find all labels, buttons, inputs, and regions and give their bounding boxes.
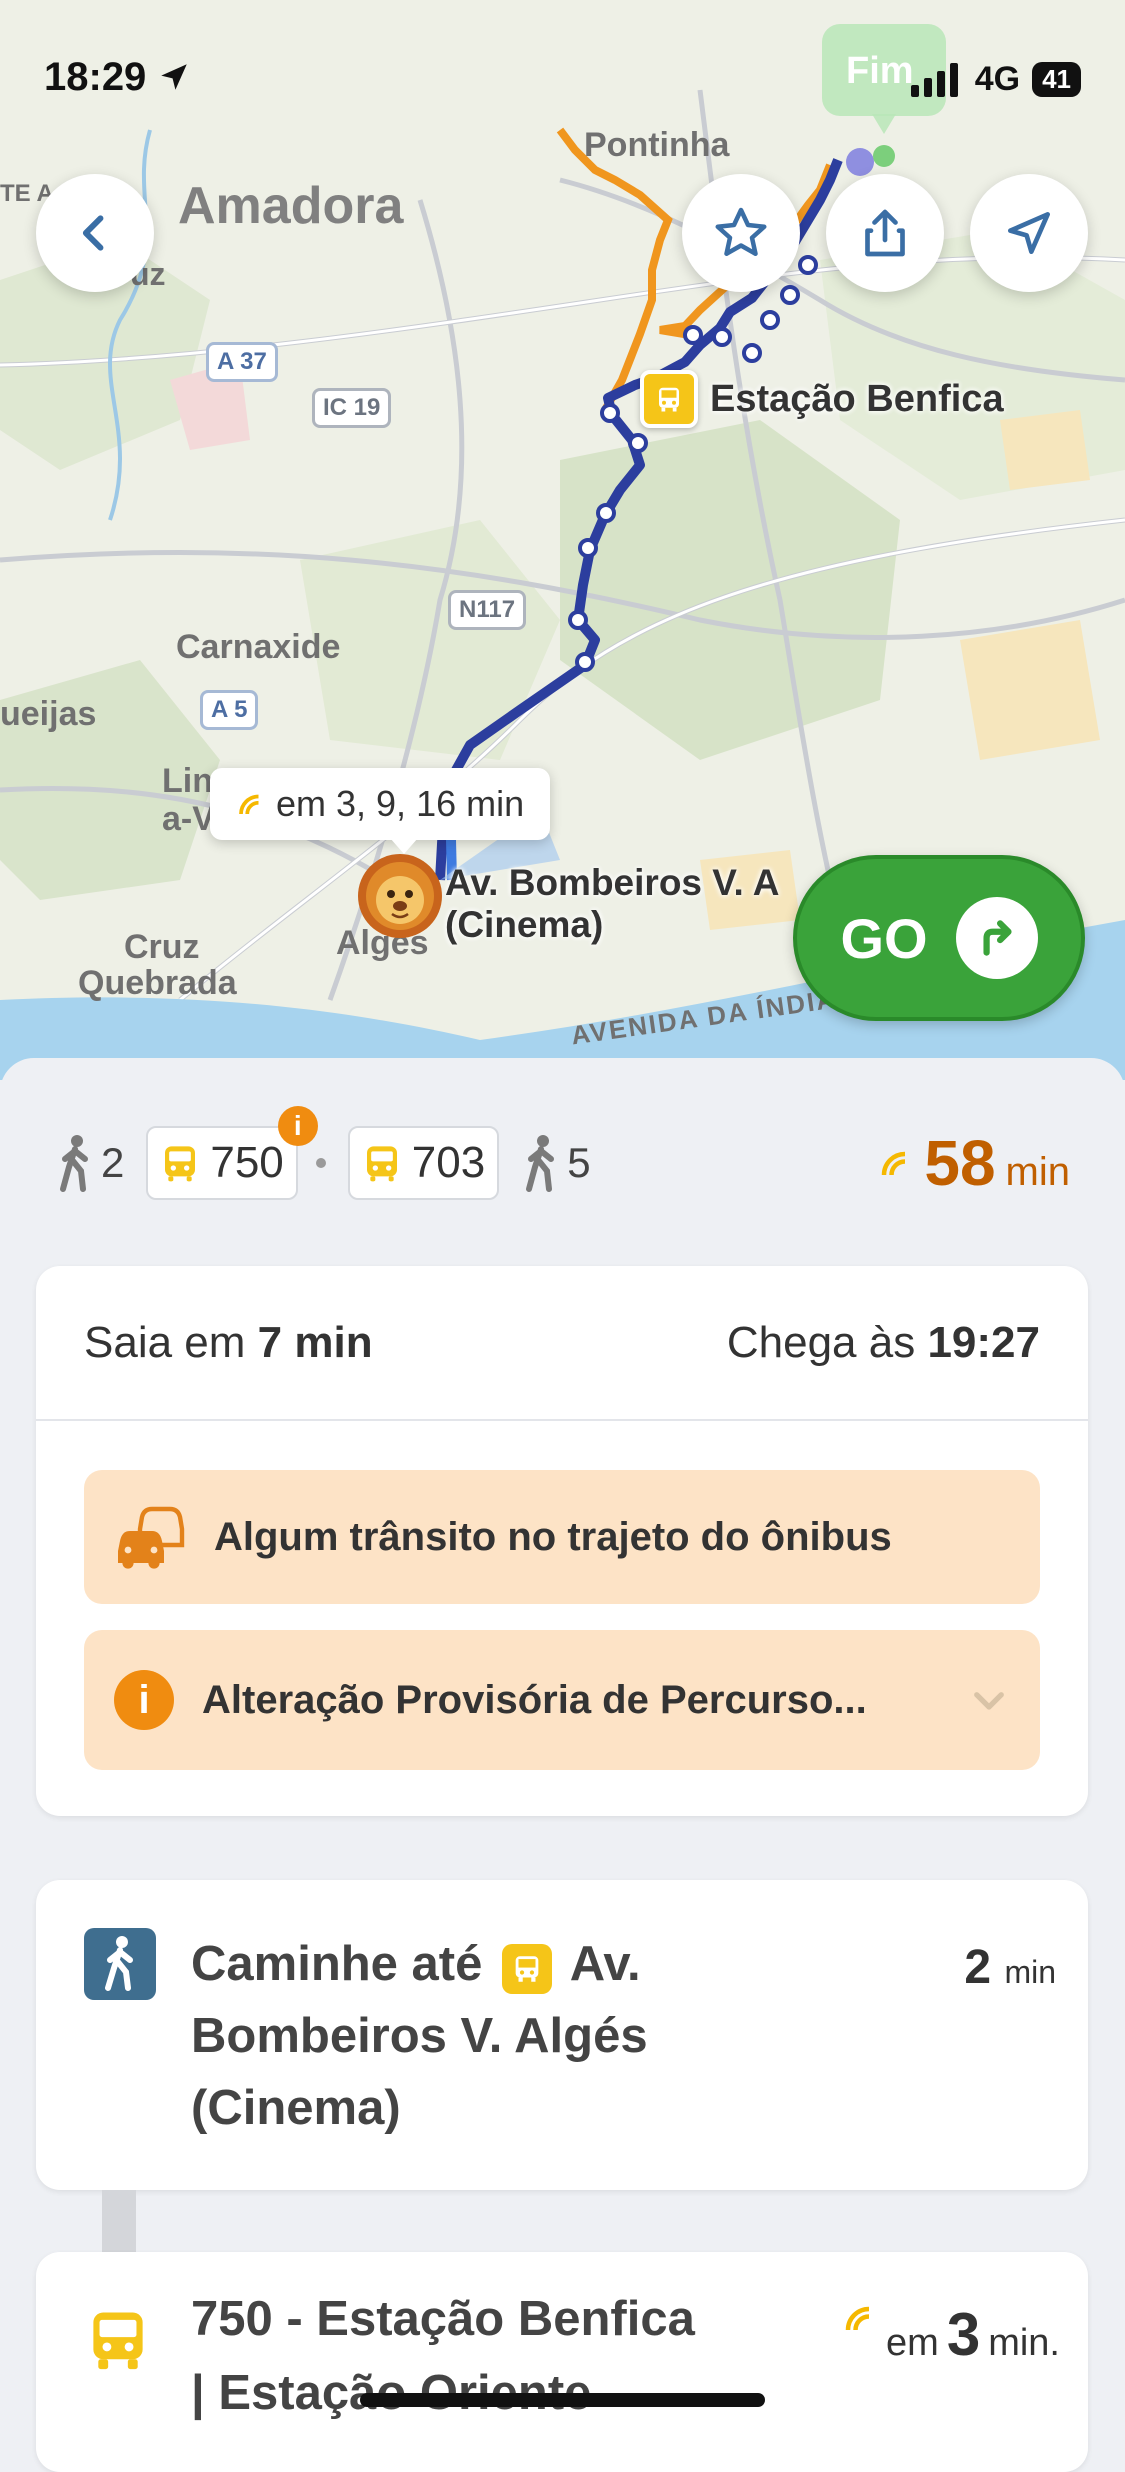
back-button[interactable] xyxy=(36,174,154,292)
map-label-linda-2: a-V xyxy=(162,800,215,838)
trip-times: Saia em 7 min Chega às 19:27 xyxy=(36,1266,1088,1421)
step-walk-minutes: 2 xyxy=(964,1941,992,1994)
origin-label-line1: Av. Bombeiros V. A xyxy=(445,862,780,903)
turn-right-icon xyxy=(955,897,1038,979)
share-button[interactable] xyxy=(826,174,944,292)
go-button-label: GO xyxy=(840,906,928,970)
star-icon xyxy=(715,207,767,256)
step-walk-line3: (Cinema) xyxy=(191,2081,401,2135)
step-bus-eta-unit: min. xyxy=(988,2322,1060,2364)
battery-level: 41 xyxy=(1032,62,1081,97)
status-time-text: 18:29 xyxy=(44,55,147,99)
tooltip-text: em 3, 9, 16 min xyxy=(276,783,525,824)
step-walk-card[interactable]: Caminhe até Av. Bombeiros V. Algés (Cine… xyxy=(36,1880,1088,2190)
step-walk-title: Caminhe até Av. Bombeiros V. Algés (Cine… xyxy=(191,1928,961,2144)
info-badge-icon: i xyxy=(277,1106,318,1146)
network-type: 4G xyxy=(974,60,1021,98)
line-number-703: 703 xyxy=(411,1138,486,1187)
traffic-alert-text: Algum trânsito no trajeto do ônibus xyxy=(214,1514,892,1559)
road-shield-ic19: IC 19 xyxy=(312,388,392,428)
step-bus-eta: em 3 min. xyxy=(842,2300,1060,2369)
lion-avatar-icon[interactable] xyxy=(356,852,444,940)
step-bus-eta-prefix: em xyxy=(886,2322,939,2364)
route-change-alert-text: Alteração Provisória de Percurso... xyxy=(202,1677,867,1722)
step-walk-line1-rest: Av. xyxy=(569,1937,641,1991)
walk-before-segment: 2 xyxy=(55,1133,124,1193)
total-duration-value: 58 xyxy=(924,1127,996,1199)
traffic-alert[interactable]: Algum trânsito no trajeto do ônibus xyxy=(84,1470,1040,1604)
line-number-750: 750 xyxy=(210,1138,284,1187)
bus-icon xyxy=(165,1146,196,1182)
route-change-alert[interactable]: i Alteração Provisória de Percurso... xyxy=(84,1630,1040,1770)
line-chip-750[interactable]: 750 i xyxy=(146,1106,318,1200)
chevron-down-icon[interactable] xyxy=(968,1679,1010,1721)
walking-person-icon xyxy=(526,1135,555,1192)
map-label-queijas: ueijas xyxy=(0,695,97,733)
status-indicators: 4G 41 xyxy=(910,60,1081,99)
walking-step-icon xyxy=(84,1928,156,2000)
status-time: 18:29 xyxy=(44,55,191,100)
step-bus-eta-value: 3 xyxy=(946,2301,981,2368)
route-map[interactable]: Amadora Pontinha Carnaxide ueijas Lin a-… xyxy=(0,0,1125,1080)
total-duration: 58 min xyxy=(878,1126,1070,1200)
navigation-arrow-icon xyxy=(1008,212,1050,255)
map-label-carnaxide: Carnaxide xyxy=(176,628,341,666)
walking-person-icon xyxy=(60,1135,88,1192)
map-label-amadora: Amadora xyxy=(178,177,404,235)
home-indicator[interactable] xyxy=(360,2393,765,2407)
road-shield-a5: A 5 xyxy=(200,690,259,730)
chevron-left-icon xyxy=(82,215,104,251)
walk-after-segment: 5 xyxy=(521,1133,591,1193)
signal-bars-icon xyxy=(910,62,958,97)
arrive-prefix: Chega às xyxy=(726,1317,916,1367)
realtime-signal-icon xyxy=(882,1151,906,1176)
traffic-cars-icon xyxy=(118,1506,185,1569)
favorite-button[interactable] xyxy=(682,174,800,292)
bus-stop-icon xyxy=(502,1944,552,1994)
segment-separator xyxy=(315,1158,326,1168)
road-shield-n117: N117 xyxy=(448,590,527,630)
step-walk-prefix: Caminhe até xyxy=(191,1937,483,1991)
step-connector-line xyxy=(102,2190,136,2252)
map-label-quebrada: Quebrada xyxy=(78,964,237,1002)
realtime-signal-icon xyxy=(845,2306,870,2331)
step-bus-line1: 750 - Estação Benfica xyxy=(191,2292,695,2346)
departure-tooltip: em 3, 9, 16 min xyxy=(210,768,551,840)
step-bus-card[interactable]: 750 - Estação Benfica | Estação Oriente … xyxy=(36,2252,1088,2472)
arrive-time: Chega às 19:27 xyxy=(727,1318,1040,1368)
map-stop-estacao-benfica[interactable]: Estação Benfica xyxy=(640,370,1004,428)
go-button[interactable]: GO xyxy=(793,855,1085,1021)
step-walk-duration: 2 min xyxy=(964,1940,1056,1995)
bus-icon xyxy=(93,2312,143,2370)
bus-stop-icon xyxy=(640,370,698,428)
step-walk-unit: min xyxy=(1004,1954,1056,1990)
leave-value: 7 min xyxy=(257,1317,373,1367)
walk-after-minutes: 5 xyxy=(567,1139,591,1186)
leave-time: Saia em 7 min xyxy=(84,1318,373,1368)
walk-before-minutes: 2 xyxy=(101,1139,125,1186)
map-origin-label: Av. Bombeiros V. A (Cinema) xyxy=(445,862,779,946)
location-arrow-icon xyxy=(161,64,188,90)
map-label-fim: Fim xyxy=(846,50,914,92)
step-walk-line2: Bombeiros V. Algés xyxy=(191,2009,648,2063)
origin-label-line2: (Cinema) xyxy=(445,904,604,945)
map-stop-label: Estação Benfica xyxy=(710,377,1004,420)
map-label-cruz: Cruz xyxy=(124,928,200,966)
arrive-value: 19:27 xyxy=(927,1317,1040,1367)
leave-prefix: Saia em xyxy=(84,1317,246,1367)
line-chip-703[interactable]: 703 xyxy=(347,1126,500,1200)
navigate-button[interactable] xyxy=(970,174,1088,292)
trip-info-card: Saia em 7 min Chega às 19:27 Algum trâns… xyxy=(36,1266,1088,1816)
map-label-pontinha: Pontinha xyxy=(584,126,730,164)
bus-icon xyxy=(366,1146,397,1182)
total-duration-unit: min xyxy=(1005,1150,1070,1194)
realtime-signal-icon xyxy=(239,794,259,815)
route-summary[interactable]: 2 750 i 703 5 58 min xyxy=(55,1106,1070,1201)
step-bus-title: 750 - Estação Benfica | Estação Oriente xyxy=(191,2282,751,2430)
share-icon xyxy=(865,209,905,257)
info-circle-icon: i xyxy=(114,1670,174,1730)
road-shield-a37: A 37 xyxy=(206,342,278,382)
map-label-linda-1: Lin xyxy=(162,762,213,800)
